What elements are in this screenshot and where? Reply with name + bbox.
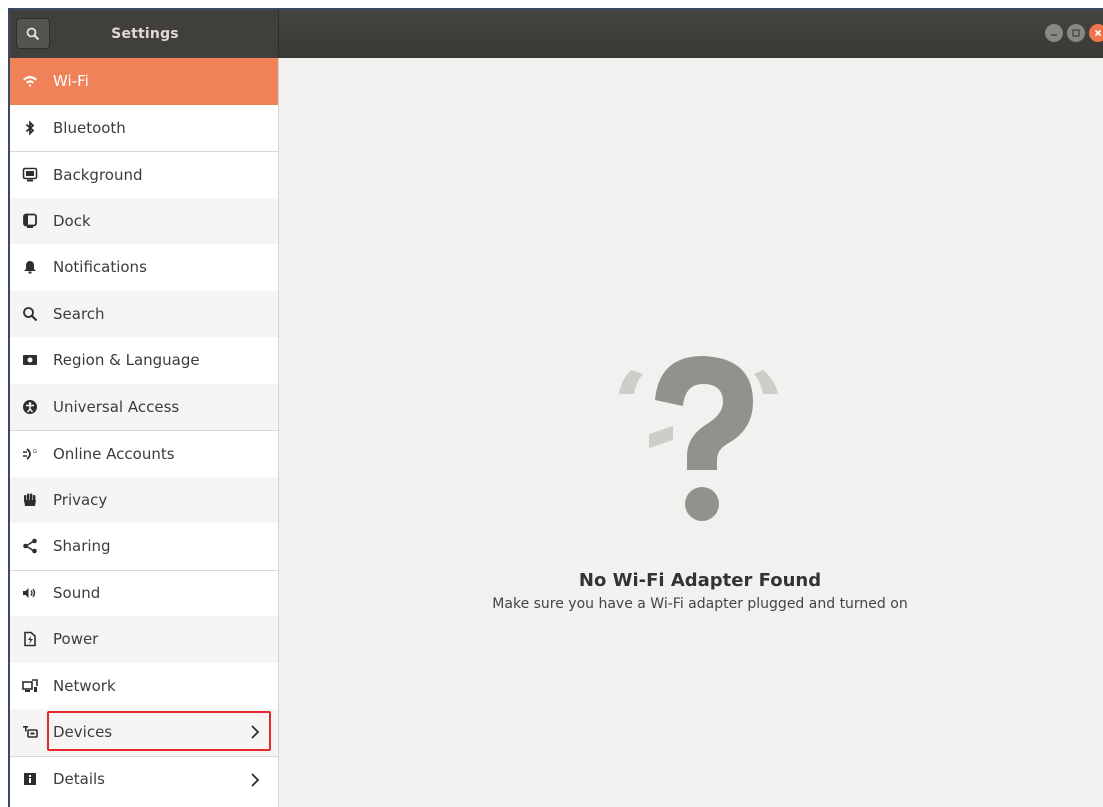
sidebar-item-label: Region & Language xyxy=(53,351,200,370)
sidebar-item-network[interactable]: Network xyxy=(10,662,278,709)
search-icon xyxy=(22,306,38,322)
dock-icon xyxy=(22,213,38,229)
sidebar-item-online-accounts[interactable]: G Online Accounts xyxy=(10,430,278,477)
question-mark-icon xyxy=(619,356,778,521)
close-icon xyxy=(1094,29,1102,37)
sidebar-item-details[interactable]: Details xyxy=(10,755,278,802)
sidebar-item-privacy[interactable]: Privacy xyxy=(10,476,278,523)
accessibility-icon xyxy=(22,399,38,415)
sidebar-item-label: Universal Access xyxy=(53,397,180,416)
sidebar-item-label: Sound xyxy=(53,584,101,603)
empty-state-subtitle: Make sure you have a Wi-Fi adapter plugg… xyxy=(492,596,908,612)
sidebar-item-devices[interactable]: Devices xyxy=(10,709,278,756)
window-controls xyxy=(1045,24,1103,42)
sidebar-item-label: Online Accounts xyxy=(53,444,175,463)
details-icon xyxy=(22,771,38,787)
sidebar-item-wifi[interactable]: Wi-Fi xyxy=(10,58,278,105)
sidebar: Wi-Fi Bluetooth Background Dock Notifica… xyxy=(10,58,279,807)
sidebar-item-label: Bluetooth xyxy=(53,118,126,137)
hand-icon xyxy=(22,492,38,508)
speaker-icon xyxy=(22,585,38,601)
sidebar-header: Settings xyxy=(10,10,279,58)
sidebar-item-dock[interactable]: Dock xyxy=(10,197,278,244)
sidebar-item-label: Background xyxy=(53,165,143,184)
sidebar-item-label: Wi-Fi xyxy=(53,72,89,91)
sidebar-item-bluetooth[interactable]: Bluetooth xyxy=(10,104,278,151)
sidebar-item-power[interactable]: Power xyxy=(10,616,278,663)
settings-window: Settings Wi-Fi Bluetooth Background Dock… xyxy=(8,8,1103,807)
sidebar-item-label: Privacy xyxy=(53,490,108,509)
title-bar: Settings xyxy=(10,10,1103,58)
bluetooth-icon xyxy=(22,120,38,136)
network-icon xyxy=(22,678,38,694)
chevron-right-icon xyxy=(251,772,260,787)
chevron-right-icon xyxy=(251,725,260,739)
region-icon xyxy=(22,352,38,368)
minimize-icon xyxy=(1051,34,1057,36)
sidebar-item-sound[interactable]: Sound xyxy=(10,569,278,616)
minimize-button[interactable] xyxy=(1045,24,1063,42)
sidebar-item-background[interactable]: Background xyxy=(10,151,278,198)
sidebar-item-label: Dock xyxy=(53,211,91,230)
devices-icon xyxy=(22,724,38,740)
main-content: No Wi-Fi Adapter Found Make sure you hav… xyxy=(279,58,1103,807)
search-icon xyxy=(26,27,40,40)
sidebar-item-label: Search xyxy=(53,304,105,323)
maximize-button[interactable] xyxy=(1067,24,1085,42)
sidebar-item-region-language[interactable]: Region & Language xyxy=(10,337,278,384)
sidebar-item-sharing[interactable]: Sharing xyxy=(10,523,278,570)
sidebar-item-label: Sharing xyxy=(53,537,111,556)
sidebar-item-notifications[interactable]: Notifications xyxy=(10,244,278,291)
sidebar-item-label: Network xyxy=(53,676,116,695)
share-icon xyxy=(22,538,38,554)
sidebar-item-search[interactable]: Search xyxy=(10,290,278,337)
search-button[interactable] xyxy=(16,18,50,49)
svg-text:G: G xyxy=(33,449,37,455)
maximize-icon xyxy=(1072,29,1080,37)
window-title: Settings xyxy=(111,26,179,42)
empty-state-title: No Wi-Fi Adapter Found xyxy=(578,570,822,591)
online-accounts-icon: G xyxy=(22,446,38,462)
sidebar-item-label: Notifications xyxy=(53,258,147,277)
power-icon xyxy=(22,631,38,647)
sidebar-item-label: Power xyxy=(53,630,99,649)
sidebar-item-label: Details xyxy=(53,770,106,789)
background-icon xyxy=(22,167,38,183)
sidebar-item-label: Devices xyxy=(53,723,113,742)
wifi-icon xyxy=(22,73,38,89)
sidebar-item-universal-access[interactable]: Universal Access xyxy=(10,383,278,430)
content-header xyxy=(279,10,1103,58)
close-button[interactable] xyxy=(1089,24,1103,42)
bell-icon xyxy=(22,259,38,275)
